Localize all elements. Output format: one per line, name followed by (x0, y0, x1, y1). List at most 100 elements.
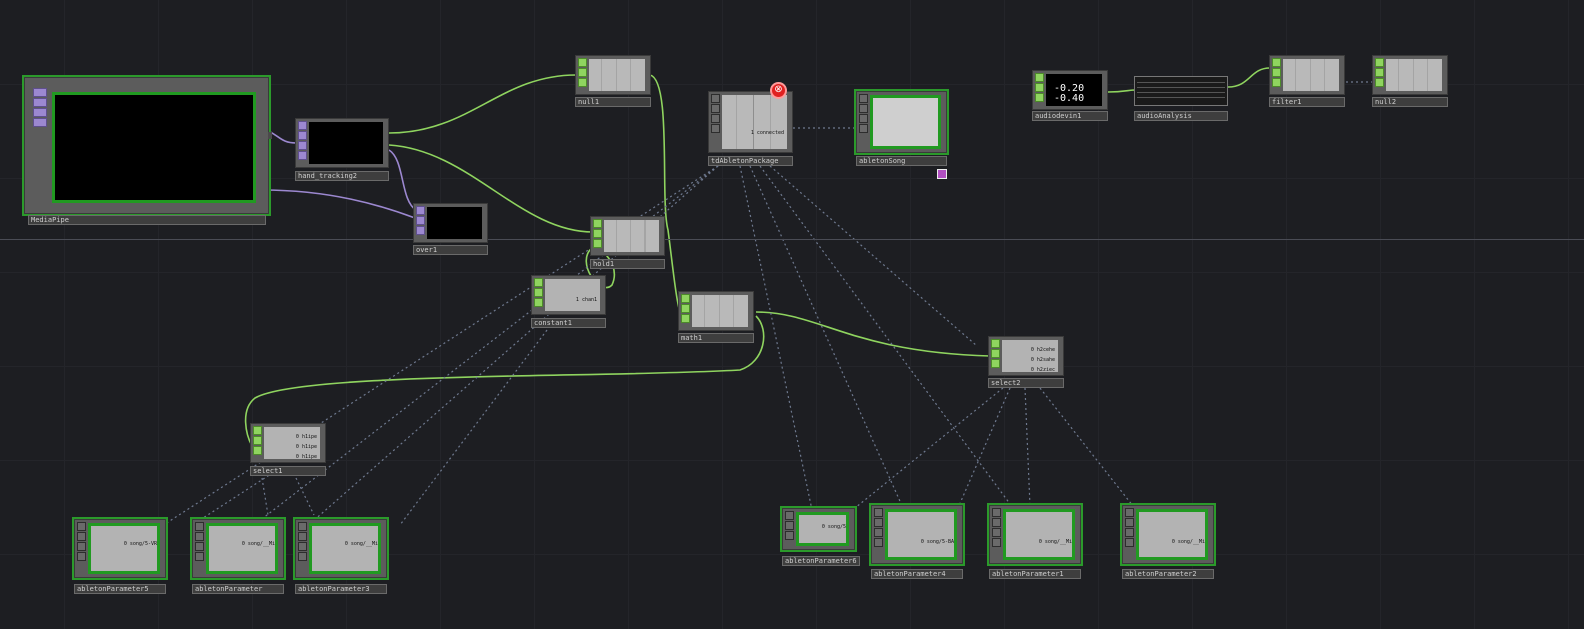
param-strip[interactable] (593, 219, 602, 253)
path-text: 0 song/__Mi (1038, 538, 1072, 545)
label-text: select2 (991, 379, 1021, 387)
label-text: audiodevin1 (1035, 112, 1082, 120)
abletonsong-label: abletonSong (856, 156, 947, 166)
label-text: audioAnalysis (1137, 112, 1192, 120)
hand-tracking-label: hand_tracking2 (295, 171, 389, 181)
param-strip[interactable] (253, 426, 262, 460)
abletonparameter5-node[interactable]: 0 song/5-VR (72, 517, 168, 580)
constant-node[interactable]: 1 chan1 (531, 275, 606, 315)
error-icon[interactable]: ⊗ (770, 82, 787, 99)
channel-text: 0 h2cehe 0 h2sahe 0 h2ziec (1030, 347, 1055, 373)
null1-label: null1 (575, 97, 651, 107)
path-text: 0 song/5 (821, 524, 846, 531)
null2-label: null2 (1372, 97, 1448, 107)
hold-node[interactable] (590, 216, 665, 256)
label-text: select1 (253, 467, 283, 475)
over-viewer (427, 207, 482, 239)
output-connector[interactable] (268, 132, 272, 139)
param-strip[interactable] (859, 94, 868, 150)
label-text: constant1 (534, 319, 572, 327)
mediapipe-side-icons[interactable] (33, 88, 47, 211)
abletonparameter3-node[interactable]: 0 song/__Mi (293, 517, 389, 580)
audioanalysis-label: audioAnalysis (1134, 111, 1228, 121)
param-strip[interactable] (298, 121, 307, 165)
param-strip[interactable] (534, 278, 543, 312)
tdableton-node[interactable]: 1 connected (708, 91, 793, 153)
abletonsong-viewer (870, 95, 941, 149)
param-strip[interactable] (195, 522, 204, 575)
select2-label: select2 (988, 378, 1064, 388)
mediapipe-viewer (52, 92, 256, 203)
tdableton-label: tdAbletonPackage (708, 156, 793, 166)
param-strip[interactable] (298, 522, 307, 575)
network-editor-canvas[interactable]: MediaPipe hand_tracking2 over1 null1 1 c… (0, 0, 1584, 629)
abletonparameter-node[interactable]: 0 song/__Mi (190, 517, 286, 580)
select1-node[interactable]: 0 h1ipe 0 h1ipe 0 h1ipe (250, 423, 326, 463)
abletonparameter6-node[interactable]: 0 song/5 (780, 506, 857, 552)
over-label: over1 (413, 245, 488, 255)
abletonparameter1-node[interactable]: 0 song/__Mi (987, 503, 1083, 566)
label-text: hold1 (593, 260, 615, 268)
wire-audiodevin-analysis (1107, 89, 1137, 93)
abletonparameter-viewer: 0 song/__Mi (206, 523, 278, 574)
path-text: 0 song/5-BA (920, 538, 954, 545)
label-text: null1 (578, 98, 600, 106)
param-strip[interactable] (874, 508, 883, 561)
param-strip[interactable] (991, 339, 1000, 373)
select2-node[interactable]: 0 h2cehe 0 h2sahe 0 h2ziec (988, 336, 1064, 376)
mediapipe-label: MediaPipe (28, 215, 266, 225)
label-text: abletonParameter5 (77, 585, 149, 593)
abletonparameter4-node[interactable]: 0 song/5-BA (869, 503, 965, 566)
param-strip[interactable] (681, 294, 690, 328)
filter-node[interactable] (1269, 55, 1345, 95)
math-viewer (692, 295, 748, 327)
abletonparameter2-node[interactable]: 0 song/__Mi (1120, 503, 1216, 566)
param-strip[interactable] (416, 206, 425, 240)
abletonparameter1-label: abletonParameter1 (989, 569, 1081, 579)
path-text: 0 song/5-VR (123, 541, 157, 548)
audioanalysis-viewer (1137, 80, 1225, 102)
param-strip[interactable] (711, 94, 720, 150)
math-node[interactable] (678, 291, 754, 331)
abletonparameter5-label: abletonParameter5 (74, 584, 166, 594)
param-strip[interactable] (578, 58, 587, 92)
wire-mediapipe-over (261, 189, 416, 219)
param-strip[interactable] (785, 511, 794, 547)
abletonparameter-label: abletonParameter (192, 584, 284, 594)
param-strip[interactable] (992, 508, 1001, 561)
filter-viewer (1283, 59, 1339, 91)
hand-tracking-node[interactable] (295, 118, 389, 168)
mediapipe-node[interactable] (22, 75, 272, 216)
param-strip[interactable] (1375, 58, 1384, 92)
audioanalysis-node[interactable] (1134, 76, 1228, 106)
audiodevin-node[interactable]: -0.20 -0.40 (1032, 70, 1108, 110)
wire-hand-null1 (388, 74, 577, 134)
label-text: abletonSong (859, 157, 906, 165)
select1-viewer: 0 h1ipe 0 h1ipe 0 h1ipe (264, 427, 320, 460)
audiodevin-viewer: -0.20 -0.40 (1046, 74, 1102, 106)
null1-viewer (589, 59, 645, 91)
null2-node[interactable] (1372, 55, 1448, 95)
channel-text: 0 h1ipe 0 h1ipe 0 h1ipe (295, 434, 317, 460)
param-strip[interactable] (1125, 508, 1134, 561)
component-flag-icon[interactable] (937, 169, 947, 179)
param-strip[interactable] (77, 522, 86, 575)
label-text: over1 (416, 246, 438, 254)
wire-analysis-filter (1227, 67, 1271, 88)
abletonparameter6-label: abletonParameter6 (782, 556, 860, 566)
hold-label: hold1 (590, 259, 665, 269)
over-node[interactable] (413, 203, 488, 243)
path-text: 0 song/__Mi (241, 541, 275, 548)
label-text: abletonParameter (195, 585, 263, 593)
value-readout: -0.20 (1054, 83, 1085, 94)
audiodevin-label: audiodevin1 (1032, 111, 1108, 121)
label-text: abletonParameter3 (298, 585, 370, 593)
wire-hand-over (388, 149, 417, 211)
null2-viewer (1386, 59, 1442, 91)
null1-node[interactable] (575, 55, 651, 95)
param-strip[interactable] (1035, 73, 1044, 107)
abletonsong-node[interactable] (854, 89, 949, 155)
param-strip[interactable] (1272, 58, 1281, 92)
network-divider (0, 239, 1584, 240)
abletonparameter5-viewer: 0 song/5-VR (88, 523, 160, 574)
